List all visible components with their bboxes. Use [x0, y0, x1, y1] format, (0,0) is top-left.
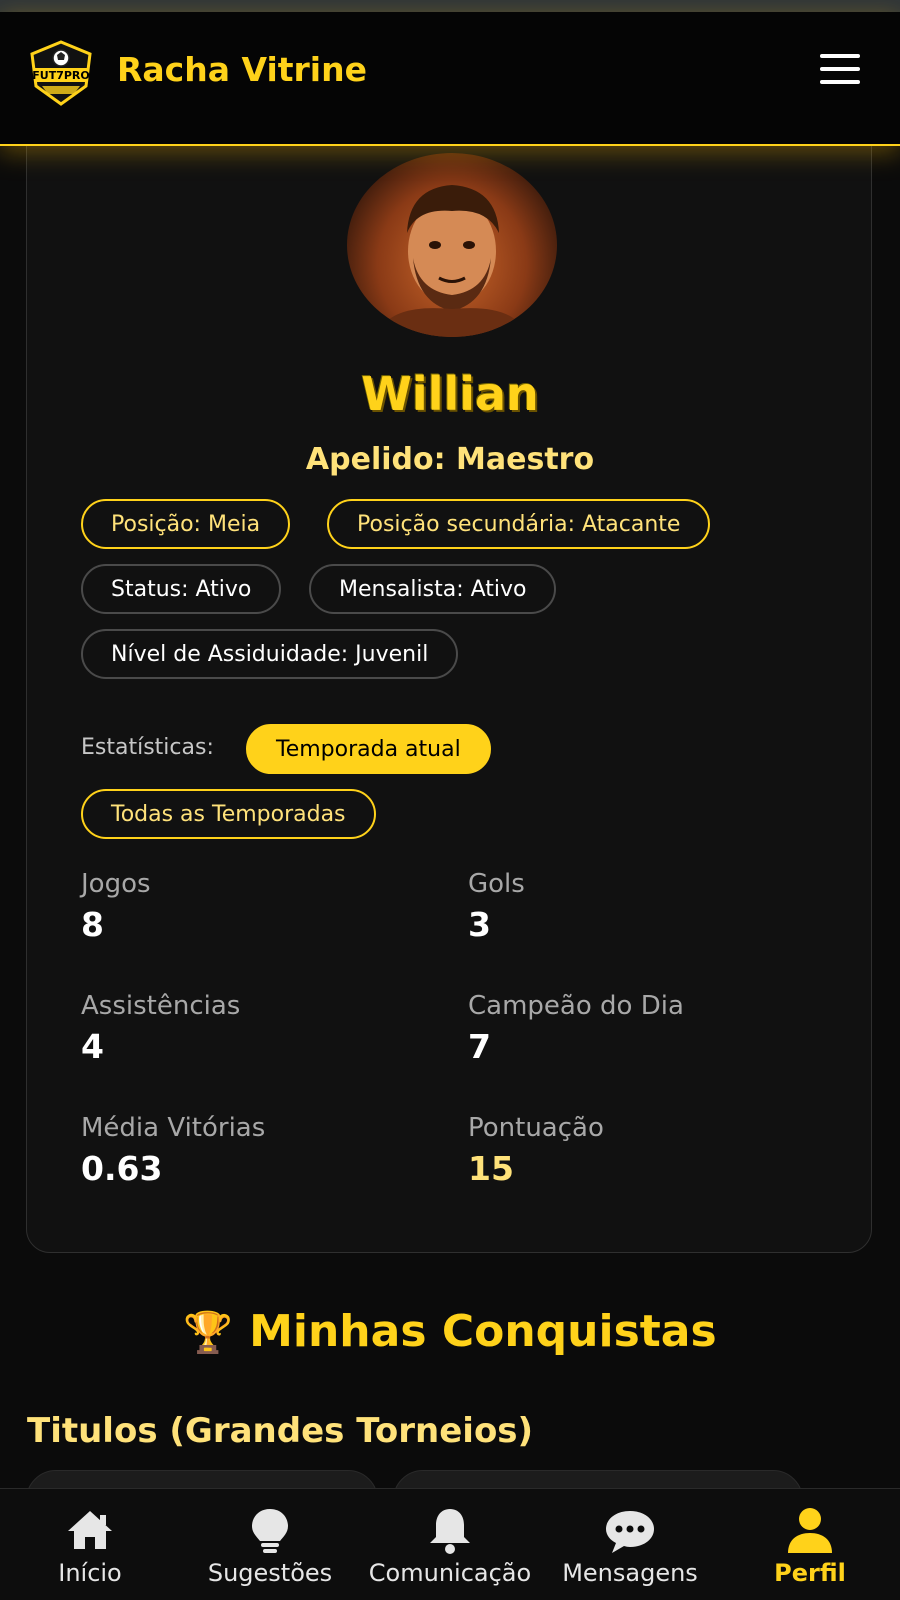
position-tag: Posição: Meia: [81, 499, 291, 549]
achievements-title: 🏆 Minhas Conquistas: [0, 1306, 900, 1357]
stat-label: Assistências: [81, 991, 241, 1021]
nav-label: Mensagens: [562, 1559, 698, 1587]
stat-value: 15: [468, 1149, 514, 1188]
fut7pro-logo[interactable]: FUT7PRO: [28, 40, 94, 106]
stat-value: 7: [468, 1027, 491, 1066]
bottom-nav: Início Sugestões Comunicação Mensagens P…: [0, 1488, 900, 1600]
titles-heading: Titulos (Grandes Torneios): [27, 1411, 534, 1451]
nav-item-suggestions[interactable]: Sugestões: [180, 1489, 360, 1600]
menu-line-icon: [820, 67, 860, 71]
nav-item-profile[interactable]: Perfil: [720, 1489, 900, 1600]
secondary-position-tag: Posição secundária: Atacante: [327, 499, 711, 549]
stat-value: 3: [468, 905, 491, 944]
player-name: Willian: [361, 367, 539, 421]
player-avatar: [347, 153, 557, 337]
nav-item-messages[interactable]: Mensagens: [540, 1489, 720, 1600]
stat-value: 4: [81, 1027, 104, 1066]
stat-assists: Assistências 4: [81, 991, 240, 1066]
stat-score: Pontuação 15: [468, 1113, 604, 1188]
app-header: FUT7PRO Racha Vitrine: [0, 12, 900, 146]
nav-label: Comunicação: [368, 1559, 532, 1587]
menu-line-icon: [820, 80, 860, 84]
nav-label: Sugestões: [207, 1559, 333, 1587]
stat-label: Campeão do Dia: [468, 991, 684, 1021]
hamburger-menu-button[interactable]: [820, 54, 860, 86]
stat-label: Pontuação: [468, 1113, 604, 1143]
current-season-filter-button[interactable]: Temporada atual: [246, 724, 491, 774]
achievements-title-text: Minhas Conquistas: [249, 1306, 717, 1357]
home-icon: [68, 1511, 112, 1549]
user-icon: [788, 1508, 832, 1553]
chat-icon: [606, 1511, 654, 1553]
stat-label: Jogos: [81, 869, 151, 899]
stat-goals: Gols 3: [468, 869, 525, 944]
all-seasons-filter-button[interactable]: Todas as Temporadas: [81, 789, 376, 839]
stat-value: 0.63: [81, 1149, 163, 1188]
menu-line-icon: [820, 54, 860, 58]
stat-value: 8: [81, 905, 104, 944]
svg-text:FUT7PRO: FUT7PRO: [32, 69, 90, 82]
stats-label: Estatísticas:: [81, 735, 214, 760]
status-tag: Status: Ativo: [81, 564, 282, 614]
lightbulb-icon: [252, 1509, 288, 1553]
brand-title: Racha Vitrine: [117, 50, 367, 89]
stat-win-average: Média Vitórias 0.63: [81, 1113, 265, 1188]
nav-item-communication[interactable]: Comunicação: [360, 1489, 540, 1600]
profile-card: Willian Apelido: Maestro Posição: Meia P…: [26, 100, 872, 1253]
bell-icon: [430, 1509, 470, 1554]
monthly-tag: Mensalista: Ativo: [309, 564, 557, 614]
nav-label: Perfil: [774, 1559, 846, 1587]
trophy-icon: 🏆: [183, 1310, 234, 1356]
player-nickname: Apelido: Maestro: [305, 442, 595, 477]
nav-label: Início: [58, 1559, 122, 1587]
nav-item-home[interactable]: Início: [0, 1489, 180, 1600]
stat-label: Gols: [468, 869, 525, 899]
stat-champion-of-day: Campeão do Dia 7: [468, 991, 684, 1066]
stat-label: Média Vitórias: [81, 1113, 266, 1143]
attendance-tag: Nível de Assiduidade: Juvenil: [81, 629, 459, 679]
stat-games: Jogos 8: [81, 869, 151, 944]
status-strip: [0, 0, 900, 12]
